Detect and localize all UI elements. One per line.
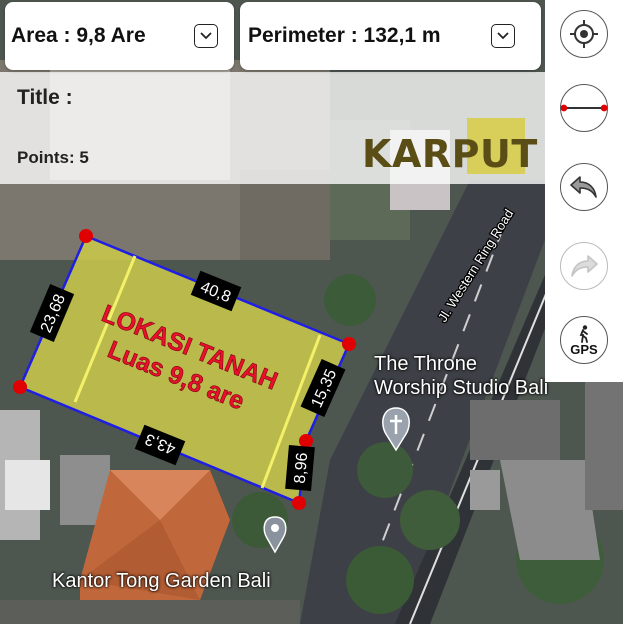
chevron-down-icon[interactable]: [491, 24, 515, 48]
area-label: Area : 9,8 Are: [11, 24, 146, 47]
redo-icon: [571, 255, 598, 277]
plot-vertex[interactable]: [13, 380, 27, 394]
plot-vertex[interactable]: [292, 496, 306, 510]
title-label[interactable]: Title :: [17, 86, 73, 110]
place-label-line: Worship Studio Bali: [374, 377, 549, 399]
undo-icon: [570, 176, 597, 198]
undo-button[interactable]: [560, 163, 608, 211]
plot-vertex[interactable]: [342, 337, 356, 351]
redo-button[interactable]: [560, 242, 608, 290]
gps-button[interactable]: GPS: [560, 316, 608, 364]
measure-button[interactable]: [560, 84, 608, 132]
place-label-line: The Throne: [374, 353, 478, 375]
chevron-down-icon[interactable]: [194, 24, 218, 48]
place-label-kantor[interactable]: Kantor Tong Garden Bali: [52, 570, 271, 593]
plot-vertex[interactable]: [79, 229, 93, 243]
crosshair-icon: [570, 20, 598, 48]
locate-button[interactable]: [560, 10, 608, 58]
area-selector[interactable]: Area : 9,8 Are: [5, 2, 234, 70]
svg-text:8,96: 8,96: [292, 452, 312, 485]
perimeter-label: Perimeter : 132,1 m: [248, 24, 441, 47]
place-label-throne[interactable]: The Throne Worship Studio Bali: [374, 352, 548, 400]
perimeter-selector[interactable]: Perimeter : 132,1 m: [240, 2, 541, 70]
measure-line-icon: [561, 104, 607, 112]
karput-logo: KARPUT: [362, 132, 538, 176]
plot-vertex[interactable]: [299, 434, 313, 448]
gps-walk-icon: [579, 324, 588, 343]
edge-label: 8,96: [285, 444, 315, 492]
gps-label: GPS: [570, 341, 598, 357]
points-count: Points: 5: [17, 148, 89, 167]
